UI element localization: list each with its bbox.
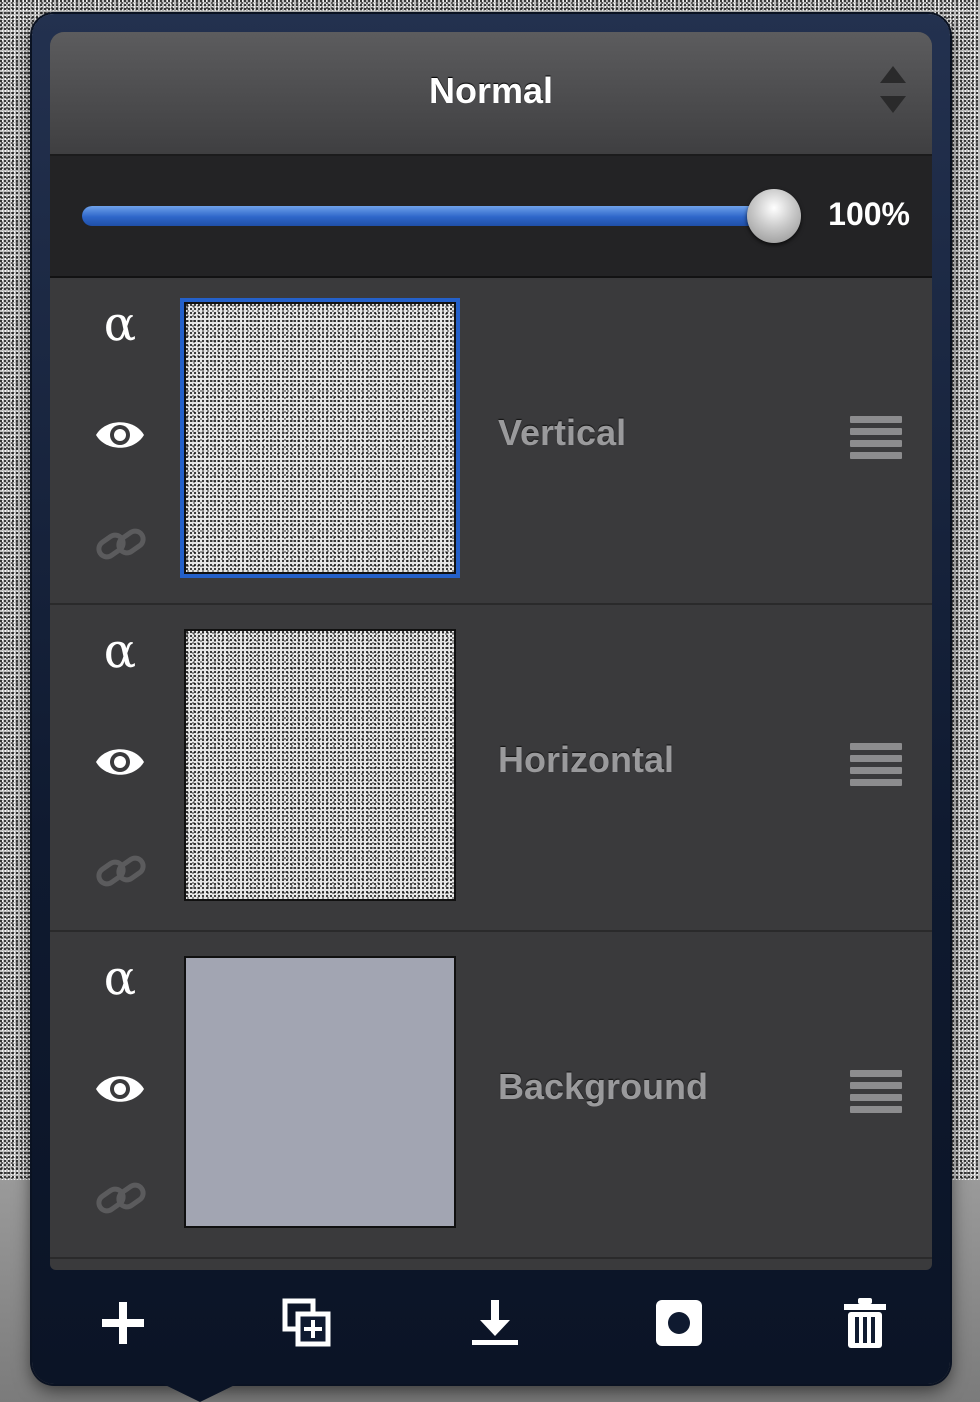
layer-name[interactable]: Background [498, 1066, 708, 1108]
alpha-lock-icon[interactable]: α [100, 300, 140, 348]
layer-thumbnail[interactable] [184, 629, 456, 901]
merge-down-icon[interactable] [468, 1296, 522, 1350]
drag-handle-icon[interactable] [850, 743, 902, 787]
up-down-arrows-icon [880, 66, 906, 120]
layer-list: α Vertical α Horizontal α Background [50, 278, 932, 1259]
eye-icon[interactable] [94, 743, 146, 781]
layer-row[interactable]: α Vertical [50, 278, 932, 605]
opacity-slider-fill [82, 206, 792, 226]
layer-mask-icon[interactable] [652, 1296, 706, 1350]
duplicate-layer-icon[interactable] [280, 1296, 334, 1350]
blend-mode-label: Normal [428, 70, 554, 111]
opacity-control: 100% [50, 156, 932, 278]
layer-name[interactable]: Horizontal [498, 739, 674, 781]
layers-popover: Normal 100% α Vertical α Horizontal α Ba… [32, 14, 950, 1384]
alpha-lock-icon[interactable]: α [100, 627, 140, 675]
layer-row[interactable]: α Background [50, 932, 932, 1259]
eye-icon[interactable] [94, 416, 146, 454]
layers-panel: Normal 100% α Vertical α Horizontal α Ba… [50, 32, 932, 1270]
drag-handle-icon[interactable] [850, 416, 902, 460]
drag-handle-icon[interactable] [850, 1070, 902, 1114]
layer-name[interactable]: Vertical [498, 412, 626, 454]
layer-thumbnail[interactable] [184, 956, 456, 1228]
eye-icon[interactable] [94, 1070, 146, 1108]
link-icon[interactable] [94, 1176, 148, 1220]
opacity-value: 100% [828, 196, 910, 232]
blend-mode-selector[interactable]: Normal [50, 32, 932, 156]
layer-thumbnail[interactable] [184, 302, 456, 574]
alpha-lock-icon[interactable]: α [100, 954, 140, 1002]
layer-row[interactable]: α Horizontal [50, 605, 932, 932]
link-icon[interactable] [94, 522, 148, 566]
add-layer-icon[interactable] [96, 1296, 150, 1350]
layers-toolbar [32, 1262, 950, 1382]
trash-icon[interactable] [838, 1296, 892, 1350]
opacity-slider-thumb[interactable] [747, 189, 801, 243]
link-icon[interactable] [94, 849, 148, 893]
popover-arrow [155, 1380, 245, 1402]
opacity-slider[interactable] [82, 189, 801, 243]
